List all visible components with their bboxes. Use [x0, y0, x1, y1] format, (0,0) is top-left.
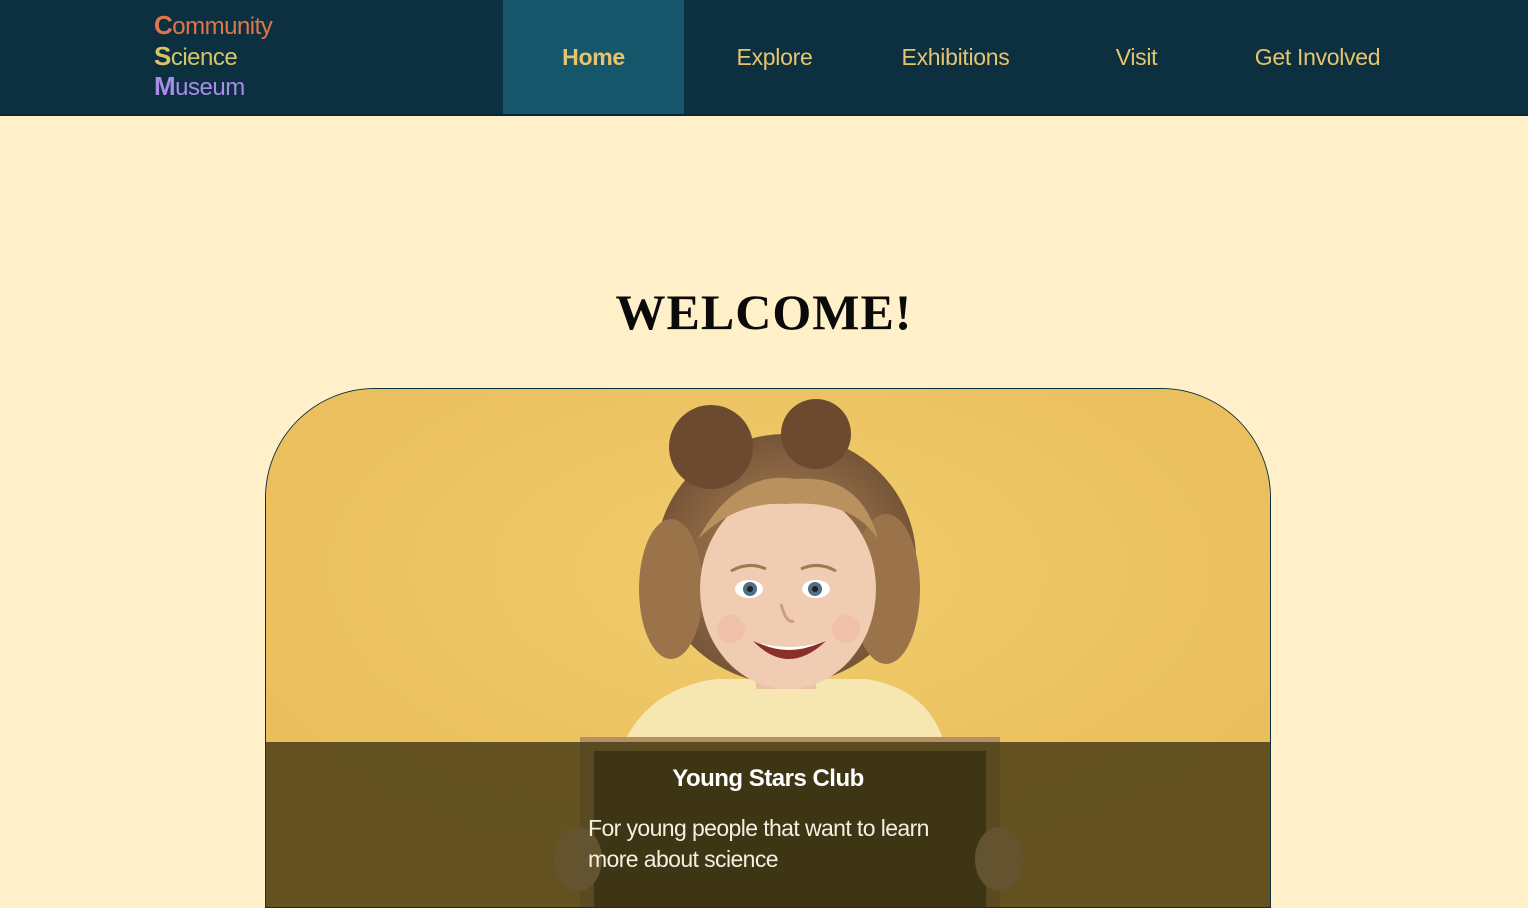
- top-navbar: Community Science Museum Home Explore Ex…: [0, 0, 1528, 116]
- nav-item-exhibitions[interactable]: Exhibitions: [865, 0, 1046, 114]
- club-description: For young people that want to learn more…: [588, 815, 929, 872]
- nav-item-get-involved[interactable]: Get Involved: [1227, 0, 1408, 114]
- page-title: WELCOME!: [615, 284, 913, 340]
- nav-item-home[interactable]: Home: [503, 0, 684, 114]
- hero-card[interactable]: Young Stars Club For young people that w…: [265, 388, 1271, 908]
- logo-line-museum: Museum: [154, 71, 245, 101]
- nav-item-explore[interactable]: Explore: [684, 0, 865, 114]
- club-title[interactable]: Young Stars Club: [588, 765, 948, 793]
- nav-item-visit[interactable]: Visit: [1046, 0, 1227, 114]
- club-caption: Young Stars Club For young people that w…: [588, 765, 948, 875]
- main-nav: Home Explore Exhibitions Visit Get Invol…: [503, 0, 1408, 114]
- site-logo[interactable]: Community Science Museum: [154, 10, 273, 103]
- logo-line-science: Science: [154, 40, 238, 71]
- logo-line-community: Community: [154, 10, 273, 40]
